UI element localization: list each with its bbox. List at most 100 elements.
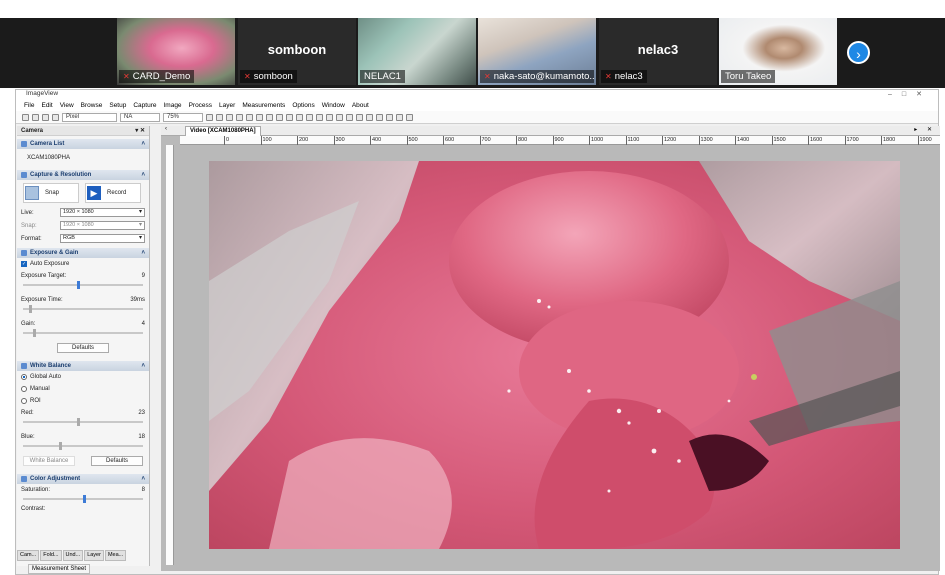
menu-edit[interactable]: Edit (41, 102, 52, 109)
collapse-icon[interactable]: ˄ (141, 250, 145, 256)
exposure-target-slider[interactable] (23, 281, 143, 289)
section-color-adjustment[interactable]: Color Adjustment ˄ (17, 474, 149, 484)
export-icon[interactable] (376, 113, 383, 121)
arrow-icon[interactable] (336, 113, 343, 121)
menu-image[interactable]: Image (163, 102, 181, 109)
pin-icon[interactable]: ▾ ✕ (135, 127, 145, 134)
tab-layer[interactable]: Layer (84, 550, 104, 561)
menu-browse[interactable]: Browse (81, 102, 103, 109)
screen: ✕ CARD_Demo somboon ✕ somboon NELAC1 ✕ naka… (0, 0, 945, 575)
manual-radio[interactable]: Manual (17, 383, 149, 395)
participant-tile-nelac1[interactable]: NELAC1 (358, 18, 476, 85)
snap-button[interactable]: Snap (23, 183, 79, 203)
measurement-sheet-tab[interactable]: Measurement Sheet (28, 564, 90, 574)
participant-tile-somboon[interactable]: somboon ✕ somboon (238, 18, 356, 85)
menu-layer[interactable]: Layer (219, 102, 235, 109)
slider-thumb[interactable] (77, 281, 80, 289)
circle-icon[interactable] (306, 113, 313, 121)
collapse-icon[interactable]: ˄ (141, 172, 145, 178)
participant-tile-toru-takeo[interactable]: Toru Takeo (719, 18, 837, 85)
menu-file[interactable]: File (24, 102, 34, 109)
window-controls[interactable]: –□✕ (888, 90, 932, 98)
tab-controls-icon[interactable]: ▸ ✕ (914, 126, 936, 133)
menu-capture[interactable]: Capture (133, 102, 156, 109)
perpendicular-icon[interactable] (276, 113, 283, 121)
participant-tile-naka-sato[interactable]: ✕ naka-sato@kumamoto... (478, 18, 596, 85)
section-exposure-gain[interactable]: Exposure & Gain ˄ (17, 248, 149, 258)
exposure-defaults-button[interactable]: Defaults (57, 343, 109, 353)
snap-resolution-select[interactable]: 1920 × 1080 (60, 221, 145, 230)
auto-exposure-checkbox[interactable]: ✓ Auto Exposure (17, 258, 149, 270)
section-white-balance[interactable]: White Balance ˄ (17, 361, 149, 371)
menu-process[interactable]: Process (189, 102, 212, 109)
roi-radio[interactable]: ROI (17, 395, 149, 407)
exposure-time-slider[interactable] (23, 305, 143, 313)
collapse-icon[interactable]: ˄ (141, 141, 145, 147)
menu-about[interactable]: About (352, 102, 369, 109)
home-icon[interactable] (356, 113, 363, 121)
menu-measurements[interactable]: Measurements (242, 102, 285, 109)
pointer-icon[interactable] (226, 113, 233, 121)
camera-icon (25, 186, 39, 200)
save-icon[interactable] (32, 113, 39, 121)
collapse-icon[interactable]: ˄ (141, 476, 145, 482)
curve-icon[interactable] (326, 113, 333, 121)
red-slider[interactable] (23, 418, 143, 426)
tab-measurement[interactable]: Mea... (104, 550, 127, 561)
pen-icon[interactable] (256, 113, 263, 121)
line-icon[interactable] (246, 113, 253, 121)
gain-slider[interactable] (23, 329, 143, 337)
save-as-icon[interactable] (42, 113, 49, 121)
parallel-icon[interactable] (266, 113, 273, 121)
magnification-select[interactable]: NA (120, 112, 160, 122)
ellipse-icon[interactable] (296, 113, 303, 121)
layer-icon[interactable] (386, 113, 393, 121)
section-camera-list[interactable]: Camera List ˄ (17, 139, 149, 149)
slider-thumb[interactable] (59, 442, 62, 450)
menu-setup[interactable]: Setup (109, 102, 126, 109)
participant-tile-nelac3[interactable]: nelac3 ✕ nelac3 (599, 18, 717, 85)
white-balance-defaults-button[interactable]: Defaults (91, 456, 143, 466)
table-icon[interactable] (406, 113, 413, 121)
open-icon[interactable] (22, 113, 29, 121)
menu-view[interactable]: View (60, 102, 74, 109)
format-select[interactable]: RGB (60, 234, 145, 243)
text-icon[interactable] (346, 113, 353, 121)
section-title: Exposure & Gain (30, 250, 79, 256)
unit-select[interactable]: Pixel (62, 112, 117, 122)
record-button[interactable]: ▶ Record (85, 183, 141, 203)
settings-icon[interactable] (396, 113, 403, 121)
camera-item[interactable]: XCAM1080PHA (17, 149, 149, 167)
rectangle-select-icon[interactable] (206, 113, 213, 121)
slider-thumb[interactable] (32, 329, 36, 337)
slider-thumb[interactable] (83, 495, 86, 503)
angle-icon[interactable] (236, 113, 243, 121)
collapse-icon[interactable]: ˄ (141, 363, 145, 369)
slider-thumb[interactable] (77, 418, 80, 426)
microscope-live-image[interactable] (209, 161, 900, 549)
section-capture-resolution[interactable]: Capture & Resolution ˄ (17, 170, 149, 180)
rect-icon[interactable] (286, 113, 293, 121)
polygon-icon[interactable] (316, 113, 323, 121)
video-tab[interactable]: Video [XCAM1080PHA] (185, 126, 261, 136)
white-balance-button[interactable]: White Balance (23, 456, 75, 466)
title-bar: ImageView –□✕ (16, 90, 938, 100)
slider-thumb[interactable] (29, 305, 32, 313)
global-auto-radio[interactable]: Global Auto (17, 371, 149, 383)
calibrate-icon[interactable] (366, 113, 373, 121)
zoom-select[interactable]: 75% (163, 112, 203, 122)
tab-folder[interactable]: Fold... (40, 550, 62, 561)
next-page-button[interactable]: › (847, 41, 870, 64)
live-resolution-select[interactable]: 1920 × 1080 (60, 208, 145, 217)
saturation-slider[interactable] (23, 495, 143, 503)
menu-window[interactable]: Window (322, 102, 345, 109)
tab-scroll-left-icon[interactable]: ‹ (165, 126, 167, 132)
hand-tool-icon[interactable] (216, 113, 223, 121)
folder-icon[interactable] (52, 113, 59, 121)
ruler-tick: 1800 (881, 136, 896, 145)
menu-options[interactable]: Options (292, 102, 314, 109)
blue-slider[interactable] (23, 442, 143, 450)
tab-camera[interactable]: Cam... (17, 550, 40, 561)
participant-tile-card-demo[interactable]: ✕ CARD_Demo (117, 18, 235, 85)
tab-undo[interactable]: Und... (62, 550, 84, 561)
